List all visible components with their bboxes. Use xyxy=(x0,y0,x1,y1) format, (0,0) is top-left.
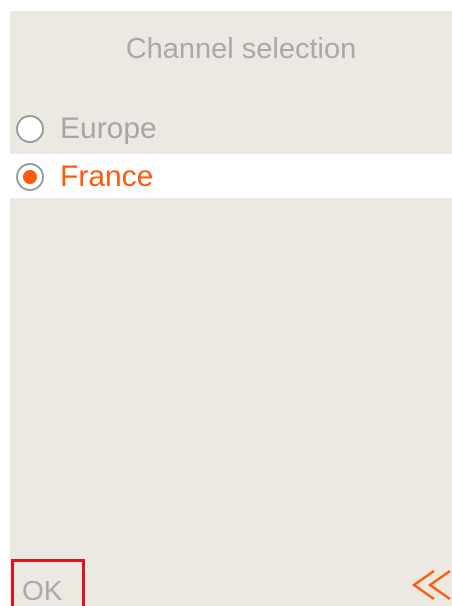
radio-dot-icon xyxy=(23,170,37,184)
radio-checked-icon[interactable] xyxy=(16,163,44,191)
option-europe[interactable]: Europe xyxy=(10,106,452,150)
screen-title: Channel selection xyxy=(125,33,357,65)
channel-selection-screen: Channel selection Europe France OK xyxy=(10,11,452,606)
back-button[interactable] xyxy=(410,568,452,602)
radio-unchecked-icon[interactable] xyxy=(16,115,44,143)
ok-button[interactable]: OK xyxy=(11,559,85,606)
double-chevron-left-icon xyxy=(411,569,451,601)
option-label: France xyxy=(60,160,154,193)
option-label: Europe xyxy=(60,112,157,145)
option-france[interactable]: France xyxy=(10,154,452,198)
